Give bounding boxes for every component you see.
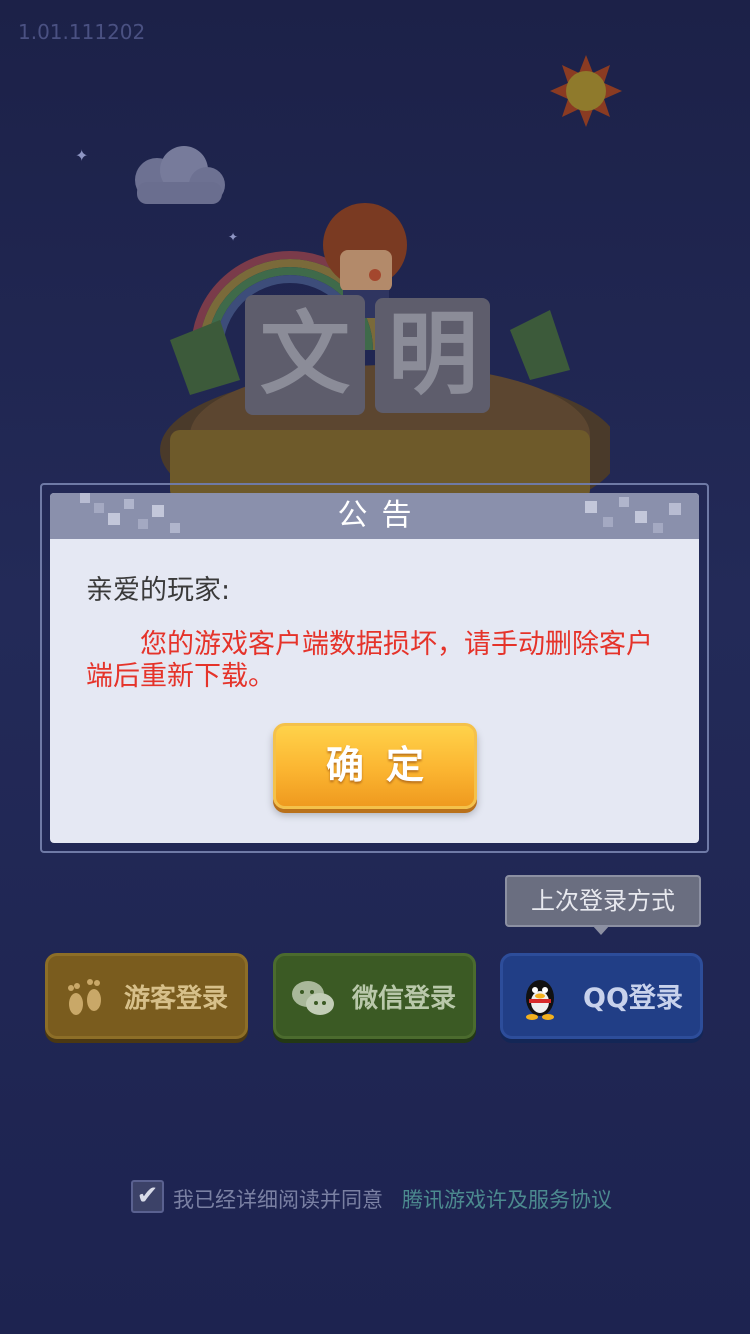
qq-login-button[interactable]: QQ登录 (500, 953, 703, 1039)
sun-icon (550, 55, 622, 127)
qq-login-label: QQ登录 (583, 983, 683, 1014)
agreement-text: 我已经详细阅读并同意 (173, 1188, 383, 1212)
dialog-message: 您的游戏客户端数据损坏，请手动删除客户端后重新下载。 (86, 629, 653, 692)
game-logo-art: 文 明 (160, 203, 610, 500)
wechat-icon (292, 981, 334, 1015)
dialog-title: 公告 (337, 498, 426, 533)
login-screen: 1.01.111202 ✦ ✦ 文 明 公告 亲爱的玩家: 您的游戏客户端数据损… (0, 0, 750, 1334)
tooltip-arrow (592, 925, 610, 935)
notice-dialog: 公告 亲爱的玩家: 您的游戏客户端数据损坏，请手动删除客户端后重新下载。 确定 (50, 493, 699, 843)
confirm-button[interactable]: 确定 (273, 723, 477, 809)
svg-text:明: 明 (388, 302, 478, 407)
agreement-checkbox[interactable]: ✔ (131, 1180, 164, 1213)
wechat-login-button[interactable]: 微信登录 (273, 953, 476, 1039)
wechat-login-label: 微信登录 (352, 984, 457, 1014)
dialog-greeting: 亲爱的玩家: (86, 575, 231, 606)
version-label: 1.01.111202 (18, 20, 146, 44)
guest-login-button[interactable]: 游客登录 (45, 953, 248, 1039)
agreement-link[interactable]: 腾讯游戏许及服务协议 (402, 1184, 612, 1214)
last-login-tooltip: 上次登录方式 (505, 875, 701, 927)
qq-penguin-icon (526, 980, 554, 1020)
guest-login-label: 游客登录 (124, 984, 229, 1014)
svg-text:文: 文 (260, 302, 350, 407)
dialog-header: 公告 (50, 493, 699, 539)
footprint-icon (68, 979, 101, 1015)
sparkle-icon: ✦ (75, 146, 89, 165)
